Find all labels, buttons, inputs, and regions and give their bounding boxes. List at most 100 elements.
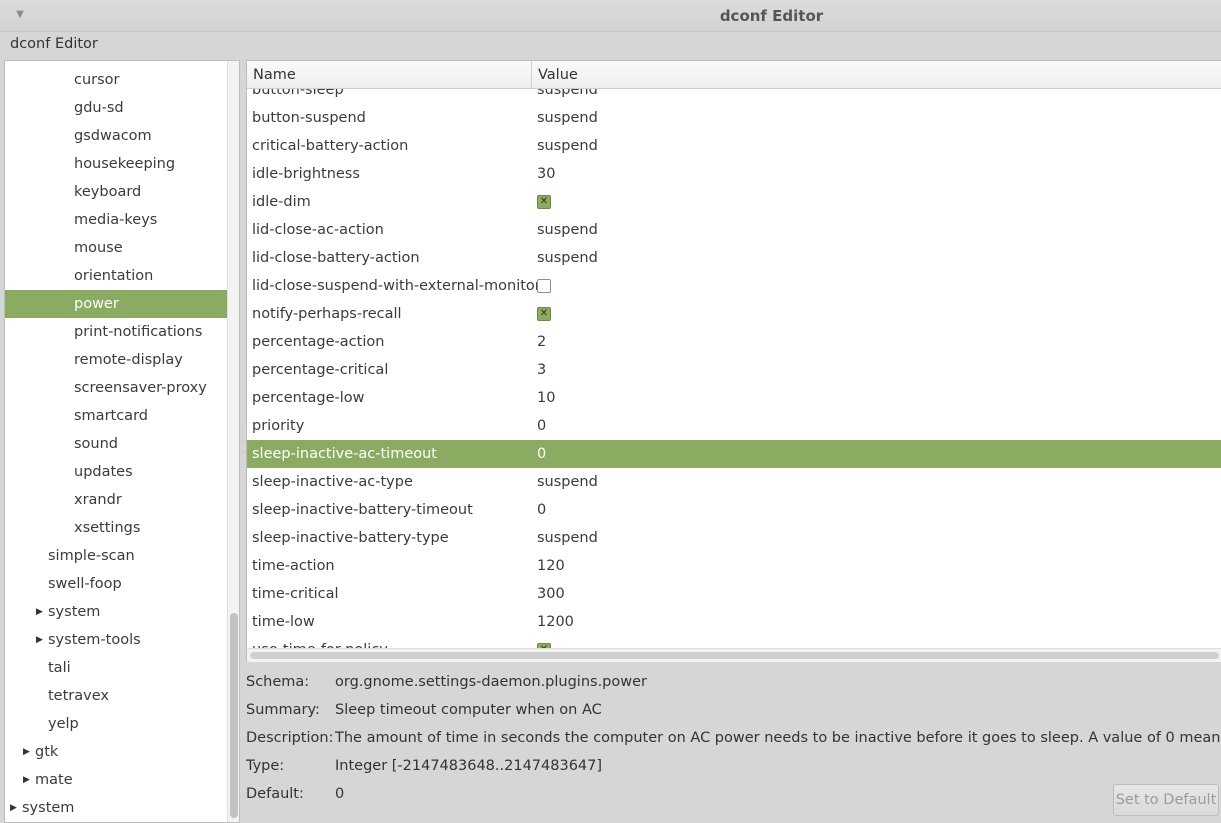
expander-arrow-icon[interactable]: ▶ xyxy=(10,794,17,822)
keys-list[interactable]: Name Value button-sleep suspend button-sus… xyxy=(246,60,1221,662)
key-row-idle-dim[interactable]: idle-dim xyxy=(247,188,1221,216)
tree-item-updates[interactable]: updates xyxy=(5,458,227,486)
key-value[interactable]: 0 xyxy=(537,440,546,468)
tree-item-keyboard[interactable]: keyboard xyxy=(5,178,227,206)
tree-item-remote-display[interactable]: remote-display xyxy=(5,346,227,374)
column-header-value[interactable]: Value xyxy=(532,61,1221,89)
key-name: percentage-low xyxy=(252,390,365,406)
tree-item-print-notifications[interactable]: print-notifications xyxy=(5,318,227,346)
key-value[interactable]: suspend xyxy=(537,216,598,244)
key-value[interactable]: suspend xyxy=(537,468,598,496)
key-details: Schema: org.gnome.settings-daemon.plugin… xyxy=(246,668,1221,823)
key-row-idle-brightness[interactable]: idle-brightness 30 xyxy=(247,160,1221,188)
key-name: critical-battery-action xyxy=(252,138,409,154)
expander-arrow-icon[interactable]: ▶ xyxy=(36,626,43,654)
key-value[interactable]: 0 xyxy=(537,412,546,440)
tree-item-yelp[interactable]: yelp xyxy=(5,710,227,738)
key-value[interactable]: 1200 xyxy=(537,608,574,636)
app-menu-label[interactable]: dconf Editor xyxy=(10,36,98,52)
tree-item-label: yelp xyxy=(48,716,79,732)
key-row-sleep-inactive-ac-timeout[interactable]: sleep-inactive-ac-timeout 0 xyxy=(247,440,1221,468)
tree-item-label: xrandr xyxy=(74,492,122,508)
tree-item-system[interactable]: ▶ system xyxy=(5,598,227,626)
tree-scrollbar-thumb[interactable] xyxy=(230,613,238,818)
tree-item-gdu-sd[interactable]: gdu-sd xyxy=(5,94,227,122)
tree-scrollbar[interactable] xyxy=(227,61,239,822)
tree-item-label: media-keys xyxy=(74,212,158,228)
key-row-critical-battery-action[interactable]: critical-battery-action suspend xyxy=(247,132,1221,160)
key-row-percentage-action[interactable]: percentage-action 2 xyxy=(247,328,1221,356)
key-name: lid-close-ac-action xyxy=(252,222,384,238)
key-row-priority[interactable]: priority 0 xyxy=(247,412,1221,440)
tree-item-label: keyboard xyxy=(74,184,142,200)
tree-item-tali[interactable]: tali xyxy=(5,654,227,682)
key-name: percentage-action xyxy=(252,334,385,350)
tree-item-system[interactable]: ▶ system xyxy=(5,794,227,822)
tree-item-simple-scan[interactable]: simple-scan xyxy=(5,542,227,570)
key-value[interactable]: suspend xyxy=(537,524,598,552)
key-value[interactable]: 3 xyxy=(537,356,546,384)
tree-item-label: tetravex xyxy=(48,688,109,704)
key-value[interactable]: 10 xyxy=(537,384,555,412)
key-value[interactable]: suspend xyxy=(537,104,598,132)
key-value-checkbox[interactable] xyxy=(537,307,551,321)
tree-item-xrandr[interactable]: xrandr xyxy=(5,486,227,514)
tree-item-gsdwacom[interactable]: gsdwacom xyxy=(5,122,227,150)
schema-tree[interactable]: cursor gdu-sd gsdwacom housekeeping keyboard… xyxy=(4,60,240,823)
key-row-sleep-inactive-battery-type[interactable]: sleep-inactive-battery-type suspend xyxy=(247,524,1221,552)
key-value[interactable]: 120 xyxy=(537,552,565,580)
key-row-lid-close-suspend-with-external-monitor[interactable]: lid-close-suspend-with-external-monitor xyxy=(247,272,1221,300)
expander-arrow-icon[interactable]: ▶ xyxy=(23,738,30,766)
tree-item-xsettings[interactable]: xsettings xyxy=(5,514,227,542)
keys-list-scrollbar-thumb[interactable] xyxy=(250,652,1219,659)
key-value[interactable]: suspend xyxy=(537,132,598,160)
key-name: time-action xyxy=(252,558,335,574)
key-row-percentage-low[interactable]: percentage-low 10 xyxy=(247,384,1221,412)
key-value[interactable]: 300 xyxy=(537,580,565,608)
keys-list-horizontal-scrollbar[interactable] xyxy=(247,648,1221,662)
key-value[interactable]: 30 xyxy=(537,160,555,188)
expander-arrow-icon[interactable]: ▶ xyxy=(36,598,43,626)
key-name: percentage-critical xyxy=(252,362,389,378)
expander-arrow-icon[interactable]: ▶ xyxy=(23,766,30,794)
tree-item-screensaver-proxy[interactable]: screensaver-proxy xyxy=(5,374,227,402)
key-value[interactable]: 2 xyxy=(537,328,546,356)
tree-item-cursor[interactable]: cursor xyxy=(5,66,227,94)
key-row-time-critical[interactable]: time-critical 300 xyxy=(247,580,1221,608)
key-row-sleep-inactive-battery-timeout[interactable]: sleep-inactive-battery-timeout 0 xyxy=(247,496,1221,524)
keys-list-header: Name Value xyxy=(247,61,1221,89)
tree-item-orientation[interactable]: orientation xyxy=(5,262,227,290)
key-row-button-suspend[interactable]: button-suspend suspend xyxy=(247,104,1221,132)
key-row-use-time-for-policy[interactable]: use-time-for-policy xyxy=(247,636,1221,648)
tree-item-label: system-tools xyxy=(48,632,141,648)
key-value-checkbox[interactable] xyxy=(537,279,551,293)
key-row-notify-perhaps-recall[interactable]: notify-perhaps-recall xyxy=(247,300,1221,328)
tree-item-sound[interactable]: sound xyxy=(5,430,227,458)
tree-item-mate[interactable]: ▶ mate xyxy=(5,766,227,794)
tree-item-smartcard[interactable]: smartcard xyxy=(5,402,227,430)
tree-item-power[interactable]: power xyxy=(5,290,227,318)
tree-item-tetravex[interactable]: tetravex xyxy=(5,682,227,710)
tree-item-label: gtk xyxy=(35,744,59,760)
tree-item-swell-foop[interactable]: swell-foop xyxy=(5,570,227,598)
key-row-lid-close-battery-action[interactable]: lid-close-battery-action suspend xyxy=(247,244,1221,272)
key-row-percentage-critical[interactable]: percentage-critical 3 xyxy=(247,356,1221,384)
column-header-name[interactable]: Name xyxy=(247,61,532,89)
key-value[interactable]: 0 xyxy=(537,496,546,524)
key-row-lid-close-ac-action[interactable]: lid-close-ac-action suspend xyxy=(247,216,1221,244)
tree-item-label: system xyxy=(22,800,75,816)
tree-item-media-keys[interactable]: media-keys xyxy=(5,206,227,234)
tree-item-housekeeping[interactable]: housekeeping xyxy=(5,150,227,178)
key-value[interactable]: suspend xyxy=(537,89,598,104)
key-row-time-action[interactable]: time-action 120 xyxy=(247,552,1221,580)
set-to-default-button[interactable]: Set to Default xyxy=(1113,784,1219,816)
tree-item-label: cursor xyxy=(74,72,120,88)
tree-item-gtk[interactable]: ▶ gtk xyxy=(5,738,227,766)
tree-item-mouse[interactable]: mouse xyxy=(5,234,227,262)
key-row-time-low[interactable]: time-low 1200 xyxy=(247,608,1221,636)
key-row-button-sleep[interactable]: button-sleep suspend xyxy=(247,89,1221,104)
key-row-sleep-inactive-ac-type[interactable]: sleep-inactive-ac-type suspend xyxy=(247,468,1221,496)
tree-item-system-tools[interactable]: ▶ system-tools xyxy=(5,626,227,654)
key-value-checkbox[interactable] xyxy=(537,195,551,209)
key-value[interactable]: suspend xyxy=(537,244,598,272)
